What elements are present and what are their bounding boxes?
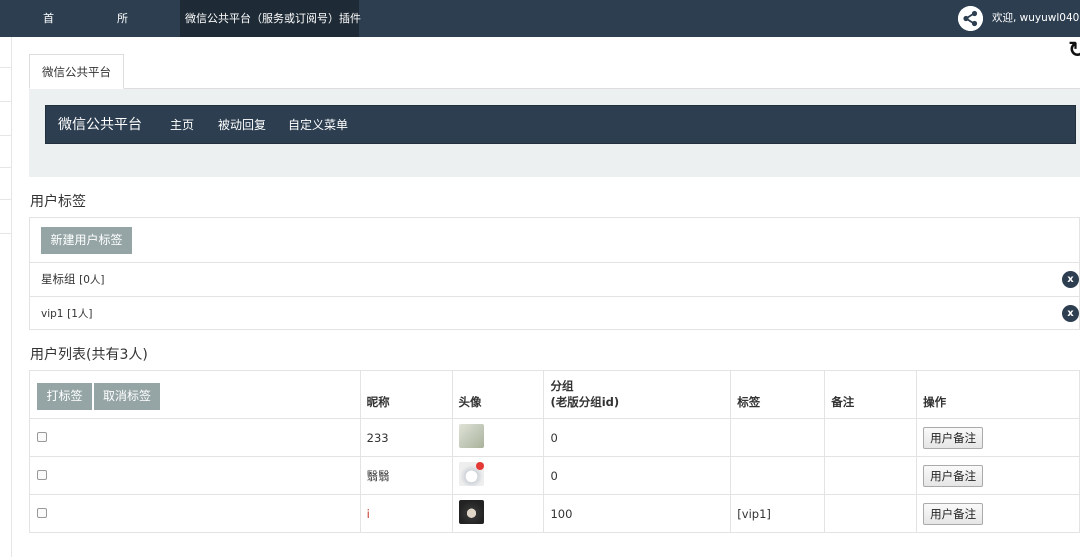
user-menu[interactable]: 欢迎, wuyuwl0409 ▼ bbox=[992, 0, 1080, 37]
group-cell: 0 bbox=[543, 418, 732, 457]
tag-row: 星标组 [0人] x bbox=[30, 262, 1080, 296]
remark-cell bbox=[824, 418, 918, 457]
tags-section-title: 用户标签 bbox=[30, 194, 86, 210]
tag-cell bbox=[730, 418, 826, 457]
tab-bar: 微信公共平台 bbox=[29, 54, 1080, 89]
avatar bbox=[458, 462, 484, 486]
tag-label[interactable]: 星标组 [0人] bbox=[41, 263, 105, 297]
col-group-line2: (老版分组id) bbox=[550, 395, 620, 409]
row-checkbox[interactable] bbox=[37, 507, 47, 518]
table-header: 昵称 头像 分组 (老版分组id) 标签 备注 操作 bbox=[29, 370, 1080, 419]
sidebar-divider bbox=[0, 233, 12, 234]
tag-label[interactable]: vip1 [1人] bbox=[41, 297, 93, 331]
notification-dot-icon bbox=[475, 462, 484, 470]
action-cell: 用户备注 bbox=[916, 418, 1080, 457]
avatar-cell bbox=[451, 456, 545, 495]
nav-all-plugins[interactable]: 所有插件 bbox=[117, 0, 128, 136]
col-avatar: 头像 bbox=[451, 370, 545, 419]
platform-panel: 微信公共平台 主页 被动回复 自定义菜单 bbox=[29, 89, 1080, 177]
sidebar-divider bbox=[0, 101, 12, 102]
col-tag: 标签 bbox=[730, 370, 826, 419]
action-cell: 用户备注 bbox=[916, 456, 1080, 495]
row-checkbox[interactable] bbox=[37, 431, 47, 442]
tag-row: vip1 [1人] x bbox=[30, 296, 1080, 330]
nickname-cell: i bbox=[359, 494, 453, 533]
tags-box: 新建用户标签 星标组 [0人] x vip1 [1人] x bbox=[29, 217, 1080, 330]
tag-name: 星标组 bbox=[41, 272, 76, 286]
col-action: 操作 bbox=[916, 370, 1080, 419]
share-icon[interactable] bbox=[958, 6, 983, 31]
nav-wechat-plugin[interactable]: 微信公共平台（服务或订阅号）插件 bbox=[180, 0, 361, 37]
inner-navbar: 微信公共平台 主页 被动回复 自定义菜单 bbox=[45, 105, 1076, 144]
avatar-cell bbox=[451, 418, 545, 457]
nickname-cell: 翳翳 bbox=[359, 456, 453, 495]
remark-cell bbox=[824, 494, 918, 533]
user-remark-button[interactable]: 用户备注 bbox=[923, 464, 984, 487]
inner-nav-brand[interactable]: 微信公共平台 bbox=[58, 106, 142, 144]
untag-users-button[interactable]: 取消标签 bbox=[94, 383, 160, 410]
inner-nav-home[interactable]: 主页 bbox=[170, 106, 194, 144]
users-table: 昵称 头像 分组 (老版分组id) 标签 备注 操作 233 0 用户备注 翳翳 … bbox=[29, 370, 1080, 533]
nav-home[interactable]: 首页 bbox=[43, 0, 54, 62]
avatar bbox=[458, 500, 484, 524]
top-navbar: 首页 所有插件 微信公共平台（服务或订阅号）插件 欢迎, wuyuwl0409 … bbox=[0, 0, 1080, 136]
table-row: 233 0 用户备注 bbox=[29, 418, 1080, 457]
table-row: 翳翳 0 用户备注 bbox=[29, 456, 1080, 495]
sidebar-divider bbox=[0, 135, 12, 136]
tag-count: [0人] bbox=[79, 274, 105, 286]
tag-name: vip1 bbox=[41, 308, 64, 320]
user-remark-button[interactable]: 用户备注 bbox=[923, 426, 984, 449]
nickname-cell: 233 bbox=[359, 418, 453, 457]
col-group-line1: 分组 bbox=[550, 379, 574, 393]
avatar-cell bbox=[451, 494, 545, 533]
col-group: 分组 (老版分组id) bbox=[543, 370, 732, 419]
row-checkbox[interactable] bbox=[37, 469, 47, 480]
tag-cell bbox=[730, 456, 826, 495]
table-row: i 100 [vip1] 用户备注 bbox=[29, 494, 1080, 533]
tag-count: [1人] bbox=[67, 308, 93, 320]
user-remark-button[interactable]: 用户备注 bbox=[923, 502, 984, 525]
welcome-text: 欢迎, wuyuwl0409 bbox=[992, 12, 1080, 24]
new-tag-button[interactable]: 新建用户标签 bbox=[41, 227, 132, 254]
sidebar-divider bbox=[0, 167, 12, 168]
inner-nav-custom-menu[interactable]: 自定义菜单 bbox=[288, 106, 348, 144]
inner-nav-auto-reply[interactable]: 被动回复 bbox=[218, 106, 266, 144]
remark-cell bbox=[824, 456, 918, 495]
group-cell: 100 bbox=[543, 494, 732, 533]
group-cell: 0 bbox=[543, 456, 732, 495]
sidebar-divider bbox=[0, 67, 12, 68]
sidebar-divider bbox=[0, 199, 12, 200]
tag-cell: [vip1] bbox=[730, 494, 826, 533]
action-cell: 用户备注 bbox=[916, 494, 1080, 533]
delete-tag-icon[interactable]: x bbox=[1062, 305, 1079, 322]
row-select-cell bbox=[29, 494, 361, 533]
tab-wechat-platform[interactable]: 微信公共平台 bbox=[29, 54, 124, 89]
avatar bbox=[458, 424, 484, 448]
col-nickname: 昵称 bbox=[359, 370, 453, 419]
row-select-cell bbox=[29, 418, 361, 457]
users-section-title: 用户列表(共有3人) bbox=[30, 347, 148, 363]
row-select-cell bbox=[29, 456, 361, 495]
sidebar bbox=[0, 37, 12, 557]
col-remark: 备注 bbox=[824, 370, 918, 419]
tag-users-button[interactable]: 打标签 bbox=[37, 383, 92, 410]
delete-tag-icon[interactable]: x bbox=[1062, 271, 1079, 288]
